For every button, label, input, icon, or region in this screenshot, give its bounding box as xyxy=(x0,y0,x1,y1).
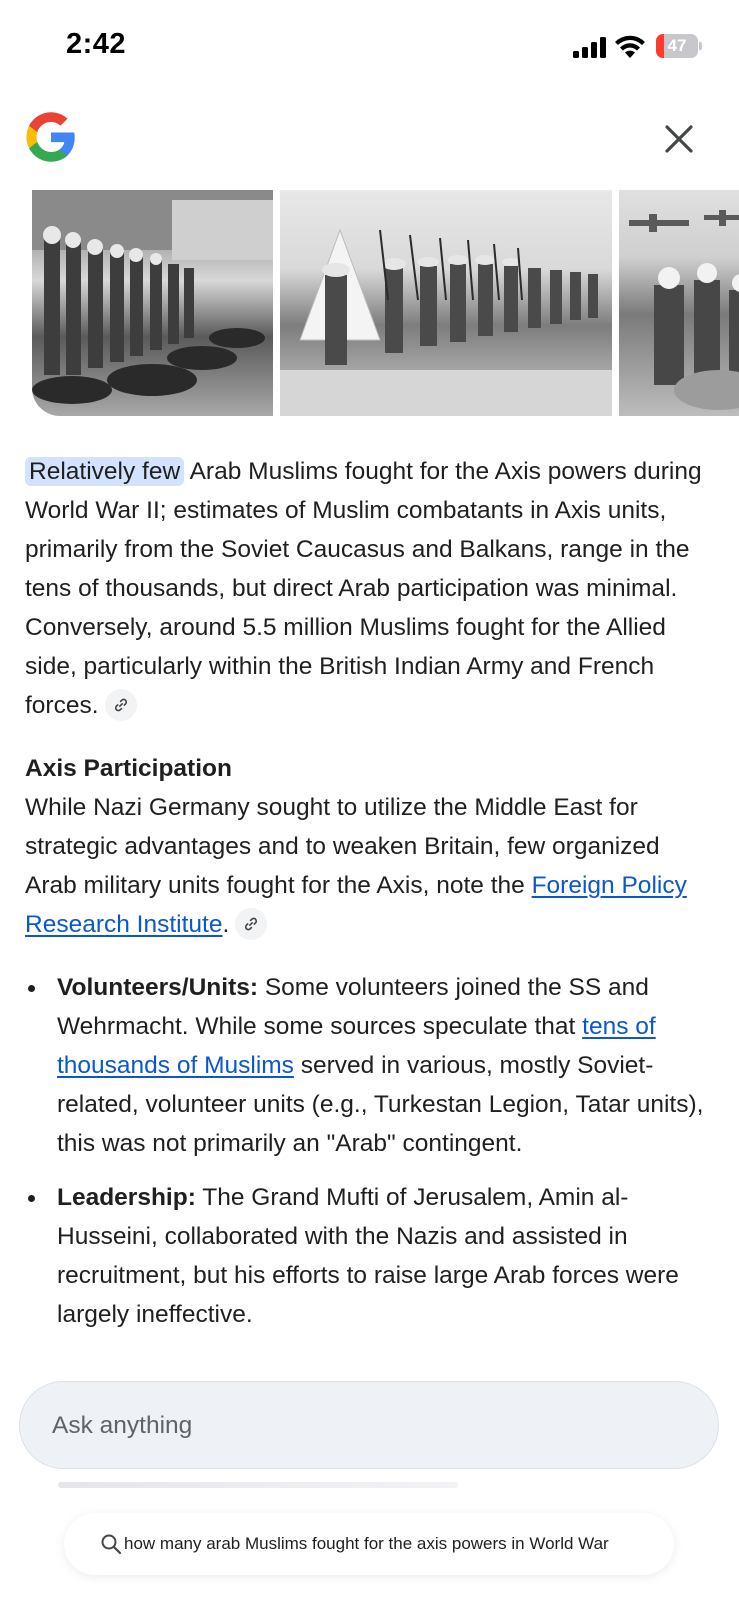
image-thumbnail[interactable] xyxy=(280,190,612,416)
screen: 2:42 47 Relatively few Arab Muslims foug… xyxy=(0,0,739,1600)
close-icon[interactable] xyxy=(660,120,698,158)
bullet-label: Leadership: xyxy=(57,1184,196,1211)
highlighted-answer: Relatively few xyxy=(25,457,185,486)
soldiers-marching-photo xyxy=(280,228,612,416)
section-paragraph: While Nazi Germany sought to utilize the… xyxy=(25,788,715,944)
bullet-label: Volunteers/Units: xyxy=(57,974,259,1001)
query-pill[interactable]: how many arab Muslims fought for the axi… xyxy=(64,1513,674,1575)
citation-link-button[interactable] xyxy=(104,688,137,721)
image-thumbnail[interactable] xyxy=(32,190,273,416)
ask-placeholder: Ask anything xyxy=(52,1412,193,1439)
status-time: 2:42 xyxy=(66,28,127,60)
battery-icon: 47 xyxy=(656,34,702,58)
bullet-list: Volunteers/Units: Some volunteers joined… xyxy=(25,968,715,1334)
google-g-icon[interactable] xyxy=(24,110,78,164)
list-item: Volunteers/Units: Some volunteers joined… xyxy=(25,968,715,1163)
query-text: how many arab Muslims fought for the axi… xyxy=(124,1534,609,1553)
scroll-hint xyxy=(58,1482,458,1488)
image-carousel[interactable] xyxy=(32,190,739,416)
image-thumbnail[interactable] xyxy=(619,190,739,416)
citation-link-button[interactable] xyxy=(235,907,268,940)
soldiers-and-aircraft-photo xyxy=(629,210,739,410)
section-text-end: . xyxy=(222,911,230,938)
ask-anything-input[interactable]: Ask anything xyxy=(19,1381,719,1469)
cellular-signal-icon xyxy=(573,36,607,58)
ai-overview: Relatively few Arab Muslims fought for t… xyxy=(25,452,715,1349)
link-icon xyxy=(245,917,258,930)
search-icon xyxy=(101,1534,122,1555)
wifi-icon xyxy=(615,35,645,58)
section-title: Axis Participation xyxy=(25,755,232,782)
intro-text: Arab Muslims fought for the Axis powers … xyxy=(25,458,702,719)
soldiers-lined-up-photo xyxy=(32,190,273,404)
status-bar: 2:42 47 xyxy=(0,0,739,90)
query-fade xyxy=(614,1513,674,1575)
list-item: Leadership: The Grand Mufti of Jerusalem… xyxy=(25,1178,715,1334)
link-icon xyxy=(114,698,127,711)
battery-level: 47 xyxy=(667,36,687,55)
intro-paragraph: Relatively few Arab Muslims fought for t… xyxy=(25,452,715,725)
